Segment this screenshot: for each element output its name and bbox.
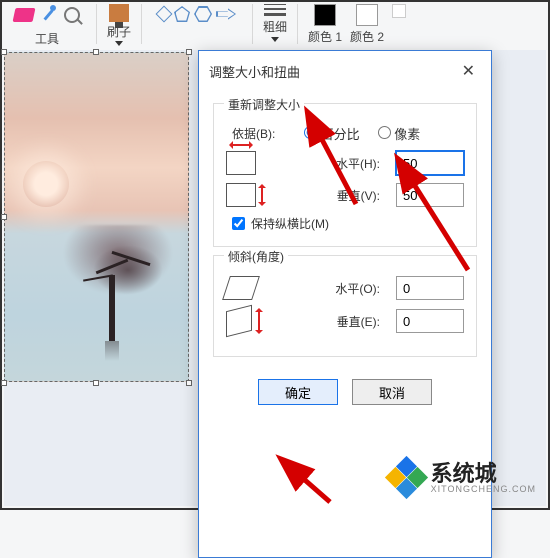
- shape-diamond-icon[interactable]: [156, 6, 173, 23]
- watermark-logo-icon: [389, 460, 425, 496]
- resize-group: 重新调整大小 依据(B): 百分比 像素 水平(H): 垂直(V):: [213, 103, 477, 247]
- watermark-text: 系统城: [431, 463, 536, 485]
- canvas-image[interactable]: [4, 52, 189, 382]
- color1-button[interactable]: 颜色 1: [308, 4, 342, 45]
- brush-icon: [109, 4, 129, 22]
- canvas-workspace: 调整大小和扭曲 ✕ 重新调整大小 依据(B): 百分比 像素 水平(H):: [4, 50, 546, 506]
- dialog-title: 调整大小和扭曲: [209, 62, 300, 81]
- watermark: 系统城 XITONGCHENG.COM: [389, 460, 536, 496]
- tools-group: 工具: [8, 4, 86, 49]
- color2-button[interactable]: 颜色 2: [350, 4, 384, 45]
- shape-pentagon-icon[interactable]: [174, 6, 190, 22]
- ribbon: 工具 刷子 粗细 颜色 1 颜色 2: [2, 2, 548, 50]
- magnifier-icon[interactable]: [64, 7, 80, 23]
- vertical-label: 垂直(V):: [266, 187, 386, 204]
- dropper-icon[interactable]: [40, 6, 58, 24]
- skew-vertical-input[interactable]: [396, 309, 464, 333]
- resize-handle[interactable]: [1, 380, 7, 386]
- chevron-down-icon: [115, 41, 123, 46]
- thickness-button[interactable]: 粗细: [263, 4, 287, 42]
- skew-horizontal-label: 水平(O):: [266, 280, 386, 297]
- divider: [252, 4, 253, 44]
- skew-group: 倾斜(角度) 水平(O): 垂直(E):: [213, 255, 477, 357]
- resize-handle[interactable]: [186, 380, 192, 386]
- shape-right-arrow-icon[interactable]: [216, 7, 236, 21]
- thickness-label: 粗细: [263, 18, 287, 35]
- by-label: 依据(B):: [232, 125, 286, 142]
- tools-label: 工具: [35, 26, 59, 47]
- horizontal-input[interactable]: [396, 151, 464, 175]
- color2-label: 颜色 2: [350, 28, 384, 45]
- chevron-down-icon: [271, 37, 279, 42]
- thickness-icon: [264, 4, 286, 16]
- divider: [96, 4, 97, 44]
- skew-group-title: 倾斜(角度): [224, 248, 288, 265]
- skew-vertical-label: 垂直(E):: [270, 313, 386, 330]
- palette[interactable]: [392, 4, 406, 18]
- horizontal-resize-icon: [226, 151, 256, 175]
- resize-handle[interactable]: [1, 49, 7, 55]
- palette-swatch[interactable]: [392, 4, 406, 18]
- divider: [297, 4, 298, 44]
- dialog-titlebar: 调整大小和扭曲 ✕: [199, 51, 491, 91]
- color2-swatch-icon: [356, 4, 378, 26]
- resize-group-title: 重新调整大小: [224, 96, 304, 113]
- resize-handle[interactable]: [93, 380, 99, 386]
- watermark-url: XITONGCHENG.COM: [431, 485, 536, 494]
- color1-swatch-icon: [314, 4, 336, 26]
- brush-button[interactable]: 刷子: [107, 4, 131, 46]
- cancel-button[interactable]: 取消: [352, 379, 432, 405]
- shapes-group: [152, 4, 242, 24]
- keep-ratio-checkbox[interactable]: [232, 217, 245, 230]
- ok-button[interactable]: 确定: [258, 379, 338, 405]
- canvas-sun: [23, 161, 69, 207]
- resize-handle[interactable]: [93, 49, 99, 55]
- eraser-icon[interactable]: [13, 8, 36, 22]
- keep-ratio-label: 保持纵横比(M): [251, 215, 329, 232]
- shape-hexagon-icon[interactable]: [194, 6, 212, 22]
- pixels-radio[interactable]: 像素: [378, 124, 421, 143]
- vertical-input[interactable]: [396, 183, 464, 207]
- resize-handle[interactable]: [186, 49, 192, 55]
- horizontal-skew-icon: [226, 276, 256, 300]
- vertical-skew-icon: [226, 308, 260, 334]
- color1-label: 颜色 1: [308, 28, 342, 45]
- percent-radio[interactable]: 百分比: [304, 124, 360, 143]
- resize-handle[interactable]: [1, 214, 7, 220]
- skew-horizontal-input[interactable]: [396, 276, 464, 300]
- vertical-resize-icon: [226, 183, 256, 207]
- canvas-tree: [53, 221, 173, 341]
- horizontal-label: 水平(H):: [266, 155, 386, 172]
- divider: [141, 4, 142, 44]
- close-button[interactable]: ✕: [456, 59, 481, 83]
